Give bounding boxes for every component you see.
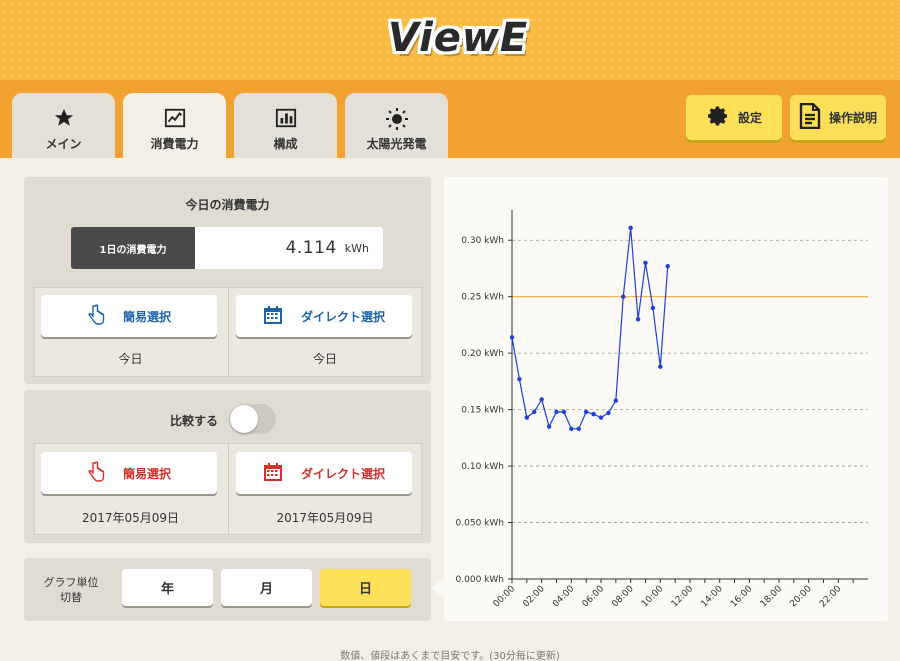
data-point — [621, 294, 626, 299]
x-tick-label: 20:00 — [788, 584, 814, 610]
compare-label: 比較する — [170, 414, 219, 428]
data-point — [643, 260, 648, 266]
simple-select-label: 簡易選択 — [122, 309, 171, 324]
pointer-hand-icon — [87, 460, 105, 486]
data-point — [665, 264, 670, 269]
data-point — [569, 426, 574, 432]
x-tick-label: 18:00 — [759, 584, 785, 610]
data-point — [591, 411, 596, 417]
compare-toggle[interactable] — [229, 404, 276, 434]
data-point — [613, 398, 619, 403]
manual-button[interactable]: 操作説明 — [790, 95, 886, 140]
bar-chart-icon — [234, 107, 337, 129]
y-tick-label: 0.000 kWh — [456, 575, 504, 585]
graph-unit-label-line2: 切替 — [60, 591, 82, 604]
chart-card: 0.000 kWh 0.050 kWh 0.10 kWh 0.15 kWh 0.20 k… — [444, 177, 888, 621]
data-point — [583, 409, 589, 415]
x-tick-label: 00:00 — [492, 584, 518, 610]
calendar-icon — [263, 305, 283, 328]
unit-month-button[interactable]: 月 — [221, 569, 312, 606]
unit-day-button[interactable]: 日 — [320, 569, 411, 606]
tab-label: メイン — [45, 137, 82, 151]
y-tick-label: 0.050 kWh — [456, 519, 504, 529]
x-tick-label: 12:00 — [670, 584, 696, 610]
x-tick-label: 10:00 — [640, 584, 666, 610]
direct-select-value: 今日 — [312, 352, 337, 366]
graph-unit-label: グラフ単位 切替 — [34, 575, 108, 605]
settings-button[interactable]: 設定 — [686, 95, 782, 140]
tab-main[interactable]: メイン — [12, 93, 115, 158]
data-point — [524, 415, 530, 420]
direct-select-button[interactable]: ダイレクト選択 — [236, 295, 412, 337]
tab-solar[interactable]: 太陽光発電 — [345, 93, 448, 158]
data-point — [561, 409, 567, 415]
graph-unit-label-line1: グラフ単位 — [43, 576, 99, 589]
gear-icon — [706, 104, 730, 131]
data-point — [517, 376, 522, 382]
day-total-unit: kWh — [344, 241, 369, 255]
data-point — [576, 426, 581, 432]
compare-simple-select-button[interactable]: 簡易選択 — [41, 452, 217, 494]
y-tick-label: 0.20 kWh — [461, 349, 504, 359]
app-logo: ViewE — [387, 15, 529, 61]
manual-label: 操作説明 — [828, 111, 877, 125]
x-tick-label: 06:00 — [581, 584, 607, 610]
tab-label: 消費電力 — [150, 137, 199, 151]
x-tick-label: 04:00 — [551, 584, 577, 610]
star-icon — [12, 107, 115, 129]
power-line-chart: 0.000 kWh 0.050 kWh 0.10 kWh 0.15 kWh 0.20 k… — [456, 210, 868, 610]
y-tick-label: 0.25 kWh — [461, 293, 504, 303]
data-point — [539, 397, 544, 402]
x-tick-label: 08:00 — [610, 584, 636, 610]
x-tick-label: 02:00 — [521, 584, 547, 610]
simple-select-button[interactable]: 簡易選択 — [41, 295, 217, 337]
sun-icon — [345, 107, 448, 130]
tab-label: 太陽光発電 — [366, 137, 427, 151]
tab-power[interactable]: 消費電力 — [123, 93, 226, 158]
data-point — [606, 410, 611, 416]
y-tick-label: 0.30 kWh — [461, 236, 504, 246]
footer-note: 数値、値段はあくまで目安です。(30分毎に更新) — [340, 651, 560, 661]
data-point — [554, 409, 559, 415]
data-point — [598, 415, 604, 420]
x-tick-label: 14:00 — [699, 584, 725, 610]
data-point — [546, 424, 552, 429]
document-icon — [799, 102, 821, 132]
tab-composition[interactable]: 構成 — [234, 93, 337, 158]
data-point — [635, 317, 641, 322]
day-total-label: 1日の消費電力 — [71, 227, 195, 269]
day-total-value: 4.114 kWh — [195, 227, 383, 269]
x-tick-label: 22:00 — [818, 584, 844, 610]
tab-label: 構成 — [273, 137, 298, 151]
data-point — [658, 364, 663, 369]
direct-select-label: ダイレクト選択 — [300, 309, 385, 324]
data-point — [532, 409, 537, 415]
line-chart-icon — [123, 107, 226, 129]
compare-direct-value: 2017年05月09日 — [276, 511, 374, 525]
compare-simple-select-label: 簡易選択 — [122, 466, 171, 481]
calendar-icon — [263, 462, 283, 485]
pointer-hand-icon — [87, 303, 105, 329]
simple-select-value: 今日 — [118, 352, 143, 366]
power-series-line — [511, 227, 669, 430]
unit-year-button[interactable]: 年 — [122, 569, 213, 606]
today-title: 今日の消費電力 — [185, 198, 270, 212]
y-tick-label: 0.15 kWh — [461, 406, 504, 416]
panel-pointer-arrow — [432, 578, 444, 598]
data-point — [509, 335, 515, 340]
toggle-knob — [230, 405, 258, 433]
y-tick-label: 0.10 kWh — [461, 462, 504, 472]
compare-direct-select-label: ダイレクト選択 — [300, 466, 385, 481]
data-point — [650, 305, 656, 311]
settings-label: 設定 — [737, 111, 762, 125]
compare-direct-select-button[interactable]: ダイレクト選択 — [236, 452, 412, 494]
compare-simple-value: 2017年05月09日 — [81, 511, 180, 525]
x-tick-label: 16:00 — [729, 584, 755, 610]
app-header: ViewE — [0, 0, 900, 80]
day-total-number: 4.114 — [285, 238, 337, 258]
data-point — [628, 225, 633, 231]
